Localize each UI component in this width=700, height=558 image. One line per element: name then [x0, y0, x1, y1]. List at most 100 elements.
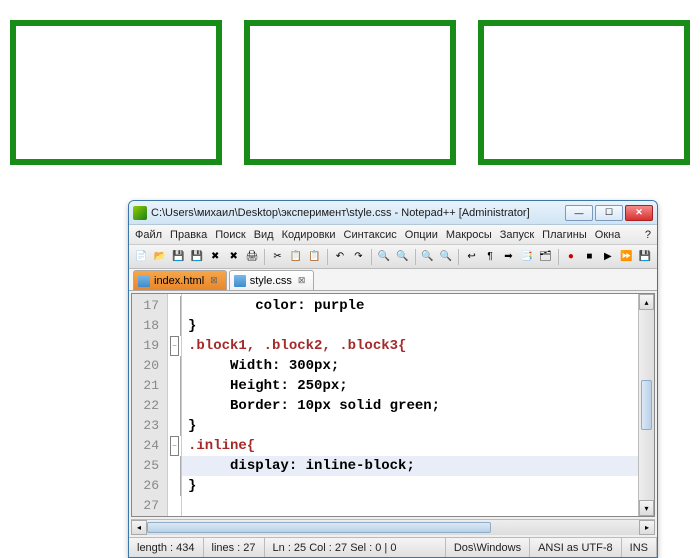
block3 — [478, 20, 690, 165]
window-title: C:\Users\михаил\Desktop\эксперимент\styl… — [151, 207, 565, 219]
menubar: Файл Правка Поиск Вид Кодировки Синтаксис Опци… — [129, 225, 657, 245]
close-button[interactable]: ✕ — [625, 205, 653, 221]
wrap-icon[interactable]: ↩ — [463, 248, 479, 266]
menu-окна[interactable]: Окна — [595, 229, 621, 241]
code-line[interactable]: Width: 300px; — [182, 356, 638, 376]
menu-макросы[interactable]: Макросы — [446, 229, 492, 241]
menu-запуск[interactable]: Запуск — [500, 229, 534, 241]
code-line[interactable] — [182, 496, 638, 516]
show-chars-icon[interactable]: ¶ — [482, 248, 498, 266]
record-macro-icon[interactable]: ● — [563, 248, 579, 266]
tab-close-icon[interactable]: ⊠ — [298, 275, 306, 286]
line-number: 25 — [132, 456, 167, 476]
toolbar-separator — [458, 249, 459, 265]
fold-marker — [168, 296, 181, 316]
toolbar-separator — [264, 249, 265, 265]
menu-вид[interactable]: Вид — [254, 229, 274, 241]
scroll-up-icon[interactable]: ▴ — [639, 294, 654, 310]
paste-icon[interactable]: 📋 — [306, 248, 322, 266]
scroll-left-icon[interactable]: ◂ — [131, 520, 147, 535]
menu-файл[interactable]: Файл — [135, 229, 162, 241]
close-file-icon[interactable]: ✖ — [207, 248, 223, 266]
line-number: 17 — [132, 296, 167, 316]
scroll-down-icon[interactable]: ▾ — [639, 500, 654, 516]
open-file-icon[interactable]: 📂 — [151, 248, 167, 266]
file-icon — [234, 275, 246, 287]
code-line[interactable]: Border: 10px solid green; — [182, 396, 638, 416]
menu-правка[interactable]: Правка — [170, 229, 207, 241]
scroll-thumb[interactable] — [147, 522, 491, 533]
scroll-right-icon[interactable]: ▸ — [639, 520, 655, 535]
undo-icon[interactable]: ↶ — [332, 248, 348, 266]
redo-icon[interactable]: ↷ — [350, 248, 366, 266]
line-number: 21 — [132, 376, 167, 396]
tab-index-html[interactable]: index.html⊠ — [133, 270, 227, 290]
window-controls: — ☐ ✕ — [565, 205, 653, 221]
code-area[interactable]: color: purple}.block1, .block2, .block3{… — [182, 294, 638, 516]
fold-marker — [168, 476, 181, 496]
tab-close-icon[interactable]: ⊠ — [210, 275, 218, 286]
scroll-thumb[interactable] — [641, 380, 652, 430]
scroll-track[interactable] — [147, 520, 639, 535]
zoom-out-icon[interactable]: 🔍 — [438, 248, 454, 266]
line-number: 19 — [132, 336, 167, 356]
notepadpp-window: C:\Users\михаил\Desktop\эксперимент\styl… — [128, 200, 658, 558]
code-line[interactable]: } — [182, 416, 638, 436]
status-encoding: ANSI as UTF-8 — [530, 538, 622, 557]
code-line[interactable]: .block1, .block2, .block3{ — [182, 336, 638, 356]
doc-map-icon[interactable]: 🗂 — [537, 248, 553, 266]
line-gutter: 1718192021222324252627 — [132, 294, 168, 516]
new-file-icon[interactable]: 📄 — [133, 248, 149, 266]
menu-синтаксис[interactable]: Синтаксис — [344, 229, 397, 241]
find-icon[interactable]: 🔍 — [376, 248, 392, 266]
function-list-icon[interactable]: 📑 — [519, 248, 535, 266]
zoom-in-icon[interactable]: 🔍 — [419, 248, 435, 266]
code-line[interactable]: } — [182, 476, 638, 496]
save-all-icon[interactable]: 💾 — [188, 248, 204, 266]
menu-опции[interactable]: Опции — [405, 229, 438, 241]
fold-gutter: −− — [168, 294, 182, 516]
toolbar-separator — [558, 249, 559, 265]
indent-icon[interactable]: ➡ — [500, 248, 516, 266]
line-number: 23 — [132, 416, 167, 436]
cut-icon[interactable]: ✂ — [269, 248, 285, 266]
play-macro-icon[interactable]: ▶ — [600, 248, 616, 266]
code-line[interactable]: .inline{ — [182, 436, 638, 456]
print-icon[interactable]: 🖨 — [244, 248, 260, 266]
line-number: 27 — [132, 496, 167, 516]
menu-кодировки[interactable]: Кодировки — [282, 229, 336, 241]
tab-style-css[interactable]: style.css⊠ — [229, 270, 315, 290]
line-number: 26 — [132, 476, 167, 496]
line-number: 18 — [132, 316, 167, 336]
maximize-button[interactable]: ☐ — [595, 205, 623, 221]
editor: 1718192021222324252627 −− color: purple}… — [131, 293, 655, 517]
code-line[interactable]: display: inline-block; — [182, 456, 638, 476]
replace-icon[interactable]: 🔍 — [394, 248, 410, 266]
vertical-scrollbar[interactable]: ▴ ▾ — [638, 294, 654, 516]
fold-marker — [168, 496, 181, 516]
code-line[interactable]: color: purple — [182, 296, 638, 316]
app-icon — [133, 206, 147, 220]
menu-поиск[interactable]: Поиск — [215, 229, 245, 241]
horizontal-scrollbar[interactable]: ◂ ▸ — [131, 519, 655, 535]
status-lines: lines : 27 — [204, 538, 265, 557]
minimize-button[interactable]: — — [565, 205, 593, 221]
run-multiple-icon[interactable]: ⏩ — [618, 248, 634, 266]
fold-marker[interactable]: − — [168, 436, 181, 456]
tab-bar: index.html⊠style.css⊠ — [129, 269, 657, 291]
save-macro-icon[interactable]: 💾 — [637, 248, 653, 266]
code-line[interactable]: Height: 250px; — [182, 376, 638, 396]
fold-marker — [168, 396, 181, 416]
menu-плагины[interactable]: Плагины — [542, 229, 587, 241]
close-all-icon[interactable]: ✖ — [225, 248, 241, 266]
stop-macro-icon[interactable]: ■ — [581, 248, 597, 266]
fold-marker — [168, 456, 181, 476]
menu-help[interactable]: ? — [645, 229, 651, 241]
save-icon[interactable]: 💾 — [170, 248, 186, 266]
demo-blocks-row — [0, 0, 700, 175]
copy-icon[interactable]: 📋 — [288, 248, 304, 266]
code-line[interactable]: } — [182, 316, 638, 336]
fold-marker[interactable]: − — [168, 336, 181, 356]
status-eol: Dos\Windows — [446, 538, 530, 557]
fold-marker — [168, 356, 181, 376]
